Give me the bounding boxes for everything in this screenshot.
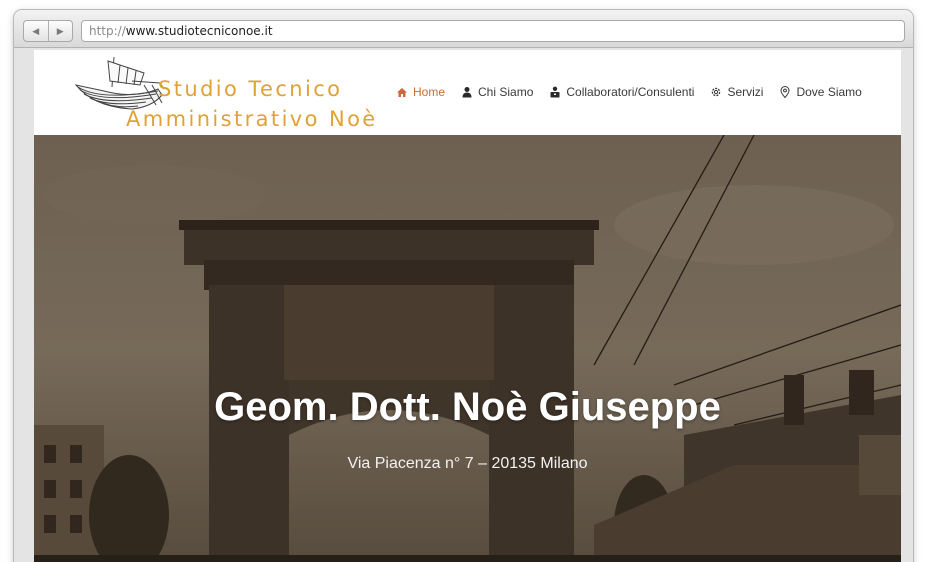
site-header: Studio Tecnico Amministrativo Noè Home C… — [34, 50, 901, 135]
hero-title: Geom. Dott. Noè Giuseppe — [214, 385, 721, 429]
site-logo[interactable]: Studio Tecnico Amministrativo Noè — [74, 55, 404, 131]
browser-window: ◀ ▶ http://www.studiotecniconoe.it Studi… — [14, 10, 913, 562]
forward-button[interactable]: ▶ — [47, 21, 73, 41]
logo-title-line1: Studio Tecnico — [158, 77, 343, 101]
gear-icon — [712, 87, 721, 97]
hero-banner: Geom. Dott. Noè Giuseppe Via Piacenza n°… — [34, 135, 901, 562]
hero-subtitle: Via Piacenza n° 7 – 20135 Milano — [347, 455, 588, 472]
hero-overlay — [34, 135, 901, 562]
home-icon — [397, 88, 407, 97]
nav-item-collaboratori[interactable]: Collaboratori/Consulenti — [549, 85, 694, 99]
nav-label-chi-siamo: Chi Siamo — [478, 85, 534, 99]
url-host: www.studiotecniconoe.it — [125, 24, 273, 38]
briefcase-user-icon — [550, 86, 560, 98]
forward-arrow-icon: ▶ — [56, 25, 64, 36]
map-pin-icon — [780, 86, 790, 98]
back-arrow-icon: ◀ — [32, 25, 40, 36]
nav-label-home: Home — [413, 85, 446, 99]
address-bar[interactable]: http://www.studiotecniconoe.it — [81, 20, 905, 42]
main-navigation: Home Chi Siamo Collaboratori/Consulenti … — [396, 82, 878, 102]
nav-label-servizi: Servizi — [727, 85, 764, 99]
nav-label-dove-siamo: Dove Siamo — [796, 85, 862, 99]
nav-item-chi-siamo[interactable]: Chi Siamo — [461, 85, 533, 99]
nav-item-servizi[interactable]: Servizi — [710, 85, 763, 99]
nav-label-collaboratori: Collaboratori/Consulenti — [566, 85, 695, 99]
user-icon — [462, 87, 472, 98]
history-buttons: ◀ ▶ — [23, 20, 73, 42]
page-viewport: Studio Tecnico Amministrativo Noè Home C… — [34, 50, 901, 562]
nav-item-dove-siamo[interactable]: Dove Siamo — [779, 85, 862, 99]
nav-item-home[interactable]: Home — [396, 85, 445, 99]
back-button[interactable]: ◀ — [24, 21, 48, 41]
logo-title-line2: Amministrativo Noè — [126, 107, 378, 131]
url-protocol: http:// — [89, 24, 126, 38]
browser-toolbar: ◀ ▶ http://www.studiotecniconoe.it — [14, 10, 913, 48]
